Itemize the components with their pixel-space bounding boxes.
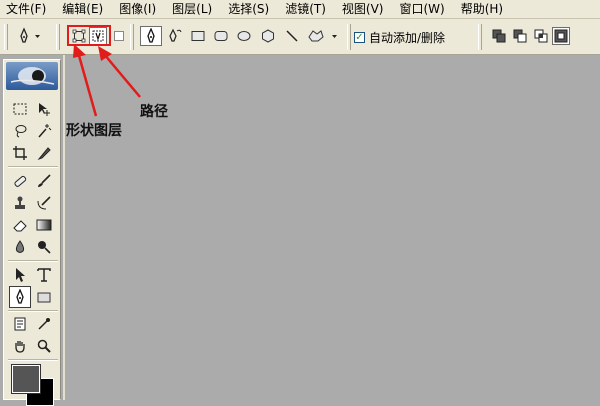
annotation-arrows [73,44,141,117]
paths-annotation: 路径 [140,104,168,120]
arrowhead [73,44,86,58]
arrow-to-paths [103,53,141,98]
shape-layers-annotation: 形状图层 [66,123,122,139]
arrow-to-shape-layers [76,51,98,117]
arrowhead [98,46,112,61]
